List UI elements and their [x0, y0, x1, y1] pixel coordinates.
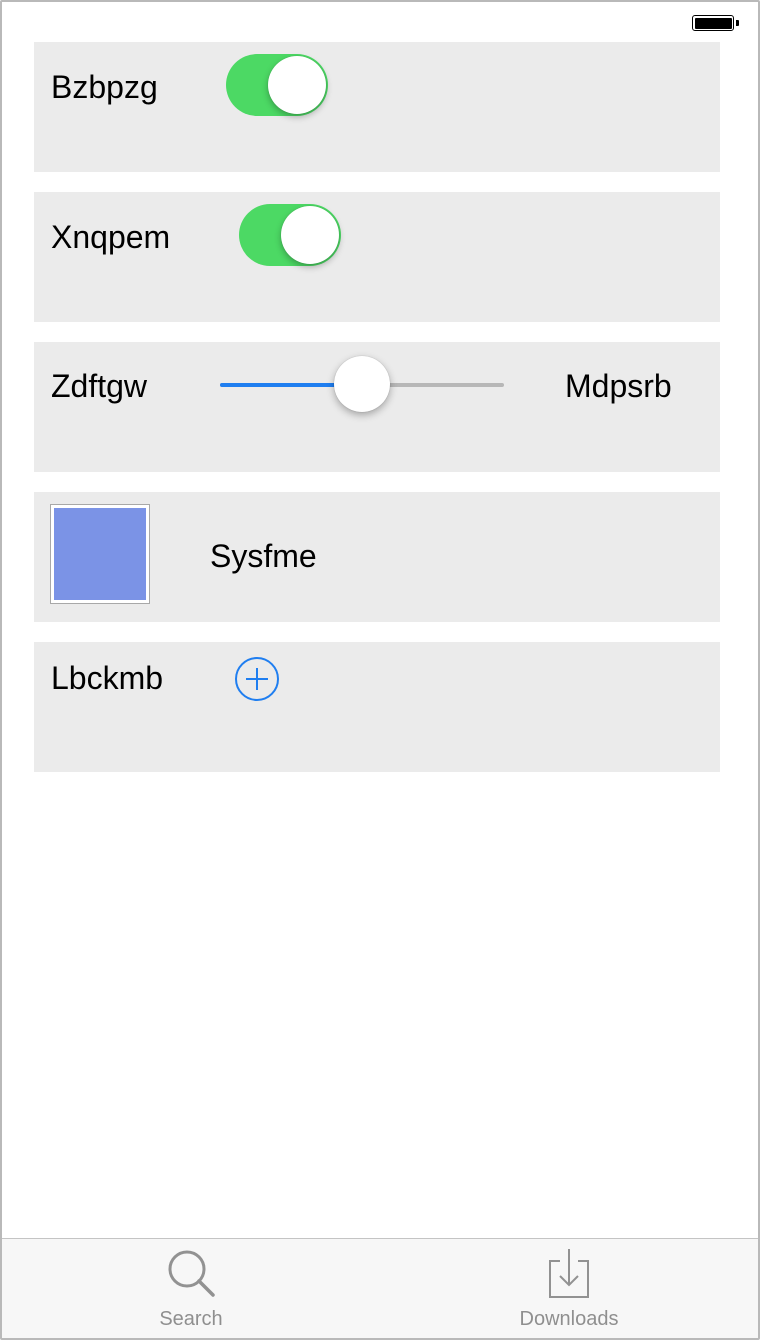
tab-downloads[interactable]: Downloads: [380, 1239, 758, 1338]
color-swatch[interactable]: [50, 504, 150, 604]
swatch-row-sysfme: Sysfme: [34, 492, 720, 622]
app-screen: Bzbpzg Xnqpem Zdftgw Mdpsrb Sysfme Lbckm…: [0, 0, 760, 1340]
status-bar: [2, 2, 758, 42]
toggle-switch-bzbpzg[interactable]: [226, 54, 328, 116]
add-row-label: Lbckmb: [51, 660, 164, 696]
tab-bar: Search Downloads: [2, 1238, 758, 1338]
battery-icon: [692, 15, 734, 31]
slider-row-zdftgw: Zdftgw Mdpsrb: [34, 342, 720, 472]
tab-label: Downloads: [519, 1308, 619, 1330]
tab-label: Search: [159, 1308, 223, 1330]
search-icon: [168, 1250, 215, 1297]
toggle-switch-xnqpem[interactable]: [239, 204, 341, 266]
slider-value-label: Mdpsrb: [565, 368, 672, 404]
battery-tip: [736, 20, 739, 26]
plus-circle-icon: [235, 657, 279, 701]
slider-control[interactable]: [220, 356, 504, 412]
tab-search[interactable]: Search: [2, 1239, 380, 1338]
add-button[interactable]: [234, 656, 280, 702]
slider-row-label: Zdftgw: [51, 368, 148, 404]
swatch-row-label: Sysfme: [210, 538, 317, 574]
toggle-row-xnqpem: Xnqpem: [34, 192, 720, 322]
slider-thumb[interactable]: [334, 356, 390, 412]
toggle-row-label: Bzbpzg: [51, 69, 158, 105]
toggle-row-label: Xnqpem: [51, 219, 171, 255]
add-row-lbckmb: Lbckmb: [34, 642, 720, 772]
toggle-knob: [268, 56, 326, 114]
battery-level-fill: [694, 17, 732, 29]
download-tray-icon: [549, 1249, 589, 1298]
toggle-row-bzbpzg: Bzbpzg: [34, 42, 720, 172]
toggle-knob: [281, 206, 339, 264]
color-swatch-fill: [54, 508, 146, 600]
